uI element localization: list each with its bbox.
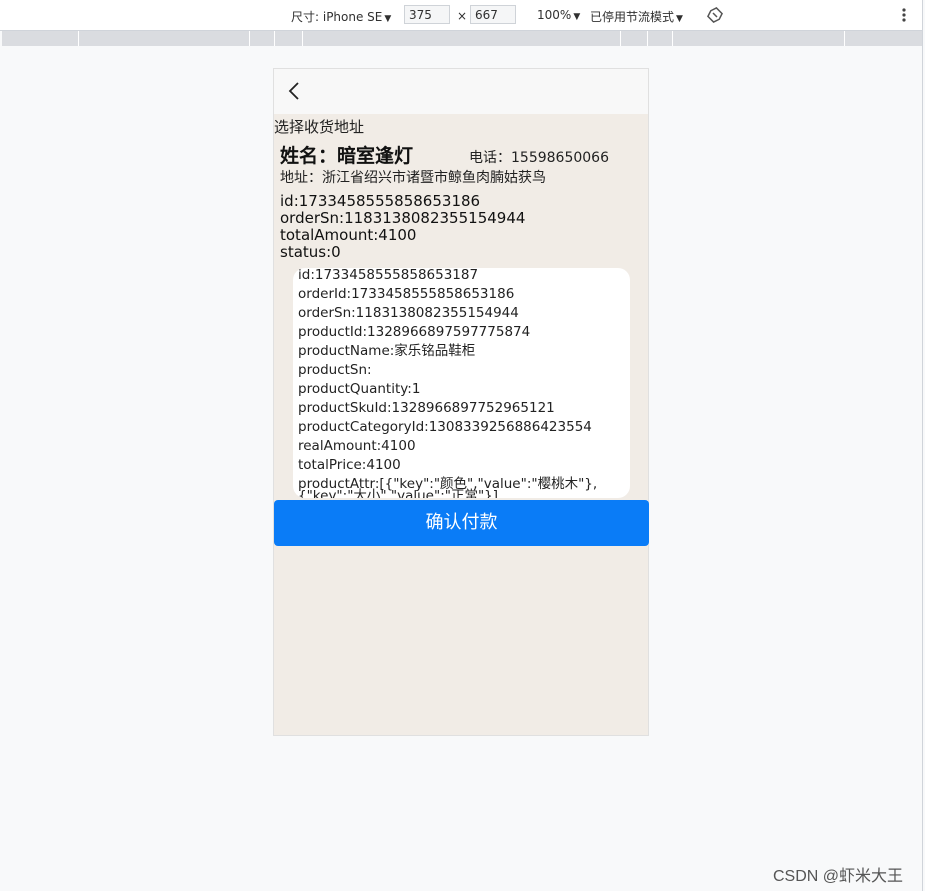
times-sign: ×: [457, 9, 468, 23]
device-label: 尺寸: iPhone SE: [291, 10, 383, 24]
confirm-payment-button[interactable]: 确认付款: [274, 500, 649, 546]
throttle-label: 已停用节流模式: [590, 10, 675, 24]
zoom-label: 100%: [537, 8, 572, 22]
item-product-sku-id: productSkuId:1328966897752965121: [298, 400, 555, 416]
chevron-down-icon: ▼: [384, 14, 392, 24]
more-options-icon[interactable]: [899, 6, 909, 24]
nav-bar: [274, 69, 648, 114]
item-product-attr: productAttr:[{"key":"颜色","value":"樱桃木"},…: [298, 476, 598, 498]
item-product-id: productId:1328966897597775874: [298, 324, 531, 340]
item-total-price: totalPrice:4100: [298, 457, 401, 473]
order-item-card: id:1733458555858653187 orderId:173345855…: [293, 268, 630, 498]
item-order-id: orderId:1733458555858653186: [298, 286, 515, 302]
item-product-sn: productSn:: [298, 362, 372, 378]
select-address-link[interactable]: 选择收货地址: [274, 116, 364, 137]
item-id: id:1733458555858653187: [298, 268, 479, 283]
zoom-select[interactable]: 100% ▼: [537, 8, 580, 22]
item-product-category-id: productCategoryId:1308339256886423554: [298, 419, 592, 435]
receiver-name: 姓名：暗室逢灯: [280, 145, 414, 167]
back-arrow-icon[interactable]: [287, 81, 301, 101]
receiver-phone: 电话：15598650066: [469, 150, 609, 166]
receiver-address: 地址：浙江省绍兴市诸暨市鲸鱼肉腩姑获鸟: [280, 170, 546, 186]
panel-divider: [922, 0, 923, 891]
width-input[interactable]: 375: [404, 5, 450, 24]
item-order-sn: orderSn:1183138082355154944: [298, 305, 519, 321]
watermark: CSDN @虾米大王: [773, 868, 904, 885]
order-status: status:0: [280, 243, 341, 261]
item-product-name: productName:家乐铭品鞋柜: [298, 343, 476, 359]
mobile-viewport: 选择收货地址 姓名：暗室逢灯 电话：15598650066 地址：浙江省绍兴市诸…: [273, 68, 649, 736]
item-real-amount: realAmount:4100: [298, 438, 416, 454]
throttle-select[interactable]: 已停用节流模式 ▼: [590, 8, 683, 25]
order-info: id:1733458555858653186 orderSn:118313808…: [280, 193, 525, 261]
chevron-down-icon: ▼: [676, 14, 683, 24]
device-select[interactable]: 尺寸: iPhone SE ▼: [291, 8, 391, 25]
height-input[interactable]: 667: [470, 5, 516, 24]
media-query-bar[interactable]: [2, 31, 922, 46]
rotate-icon[interactable]: [706, 6, 724, 24]
devtools-toolbar: 尺寸: iPhone SE ▼ 375 × 667 100% ▼ 已停用节流模式 ▼: [0, 0, 922, 31]
order-id: id:1733458555858653186: [280, 192, 481, 210]
chevron-down-icon: ▼: [573, 12, 581, 22]
item-product-quantity: productQuantity:1: [298, 381, 421, 397]
order-total-amount: totalAmount:4100: [280, 226, 417, 244]
order-sn: orderSn:1183138082355154944: [280, 209, 526, 227]
